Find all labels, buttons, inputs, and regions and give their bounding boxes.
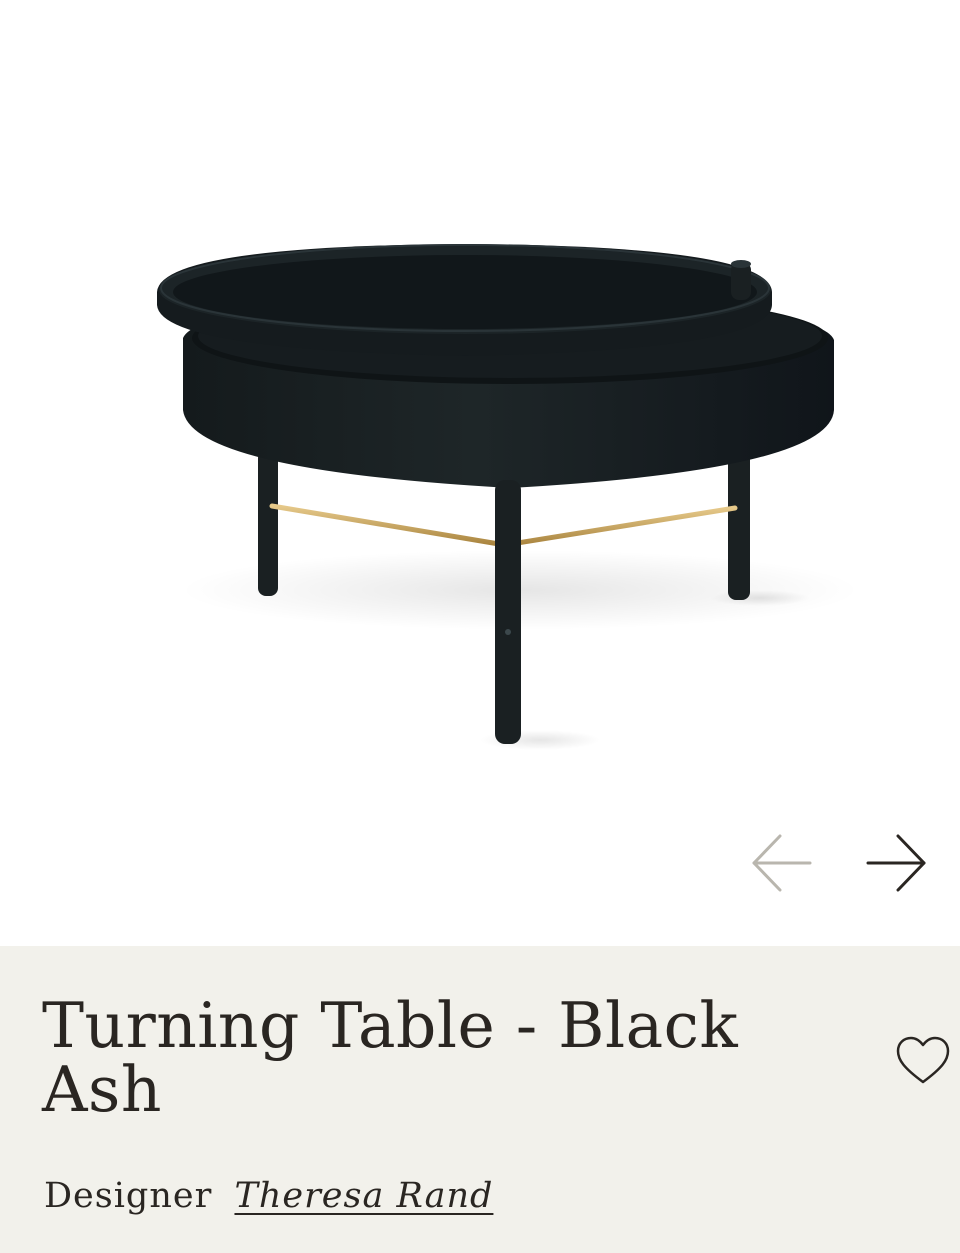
arrow-right-icon[interactable] [864, 830, 930, 896]
heart-outline-icon[interactable] [894, 1034, 952, 1088]
product-gallery [0, 0, 960, 946]
designer-label: Designer [44, 1176, 213, 1216]
product-title: Turning Table - Black Ash [42, 989, 739, 1126]
designer-link[interactable]: Theresa Rand [234, 1176, 493, 1216]
designer-line: Designer Theresa Rand [44, 1176, 493, 1216]
product-page: Turning Table - Black Ash Designer There… [0, 0, 960, 1253]
product-info-panel: Turning Table - Black Ash Designer There… [0, 946, 960, 1253]
product-image [157, 244, 860, 750]
arrow-left-icon[interactable] [748, 830, 814, 896]
